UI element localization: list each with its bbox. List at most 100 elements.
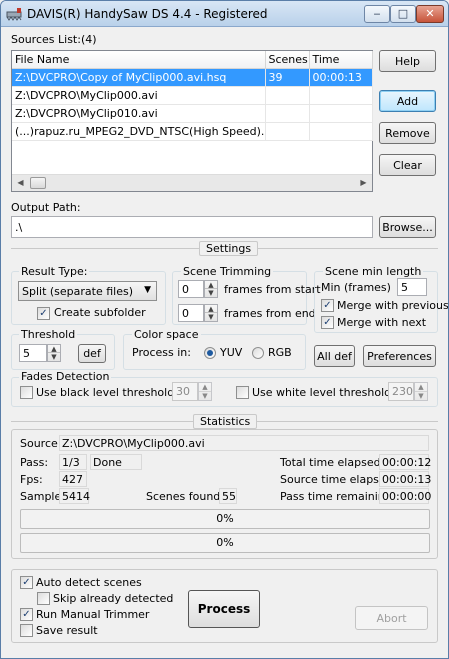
- chevron-down-icon: ▼: [144, 285, 151, 295]
- scroll-thumb[interactable]: [30, 177, 46, 189]
- result-type-value: Split (separate files): [22, 284, 134, 298]
- spin-up-icon[interactable]: ▲: [415, 383, 427, 392]
- create-subfolder-checkbox[interactable]: ✓: [37, 307, 50, 320]
- trim-start-label: frames from start: [224, 283, 321, 296]
- white-threshold-checkbox[interactable]: ✓: [236, 386, 249, 399]
- stats-scenes-found-label: Scenes found:: [146, 490, 224, 503]
- spin-down-icon[interactable]: ▼: [199, 392, 211, 401]
- sources-list[interactable]: File Name Scenes Time Z:\DVCPRO\Copy of …: [11, 50, 373, 192]
- spin-up-icon[interactable]: ▲: [199, 383, 211, 392]
- white-threshold-label: Use white level threshold:: [252, 386, 395, 399]
- spin-down-icon[interactable]: ▼: [205, 313, 217, 321]
- stats-total-elapsed-value: 00:00:12: [379, 454, 431, 470]
- title-bar[interactable]: DAVIS(R) HandySaw DS 4.4 - Registered ‒ …: [1, 1, 448, 27]
- color-space-label: Color space: [132, 328, 201, 341]
- spin-down-icon[interactable]: ▼: [415, 392, 427, 401]
- threshold-label: Threshold: [19, 328, 78, 341]
- settings-header: Settings: [199, 241, 259, 256]
- auto-detect-label: Auto detect scenes: [36, 576, 142, 589]
- spin-down-icon[interactable]: ▼: [48, 353, 60, 361]
- time-cell: [309, 86, 373, 105]
- scroll-right-icon[interactable]: ▶: [355, 175, 372, 191]
- scene-min-length-label: Scene min length: [323, 265, 424, 278]
- save-result-label: Save result: [36, 624, 98, 637]
- list-item[interactable]: (...)rapuz.ru_MPEG2_DVD_NTSC(High Speed)…: [12, 122, 373, 141]
- merge-next-label: Merge with next: [337, 316, 427, 329]
- abort-button[interactable]: Abort: [355, 606, 428, 630]
- stats-pass-remaining-value: 00:00:00: [379, 488, 431, 504]
- column-file-name[interactable]: File Name: [12, 51, 266, 69]
- statistics-header: Statistics: [193, 414, 258, 429]
- process-button[interactable]: Process: [188, 590, 260, 628]
- stats-source-elapsed-value: 00:00:13: [379, 471, 431, 487]
- run-trimmer-label: Run Manual Trimmer: [36, 608, 150, 621]
- scroll-left-icon[interactable]: ◀: [12, 175, 29, 191]
- trim-start-input[interactable]: 0: [178, 280, 204, 298]
- list-item[interactable]: Z:\DVCPRO\Copy of MyClip000.avi.hsq 39 0…: [12, 68, 373, 87]
- window-title: DAVIS(R) HandySaw DS 4.4 - Registered: [27, 7, 268, 21]
- scenes-cell: [265, 86, 310, 105]
- minimize-button[interactable]: ‒: [364, 5, 390, 23]
- black-threshold-checkbox[interactable]: ✓: [20, 386, 33, 399]
- file-name-cell: Z:\DVCPRO\Copy of MyClip000.avi.hsq: [12, 68, 266, 87]
- list-item[interactable]: Z:\DVCPRO\MyClip000.avi: [12, 86, 373, 105]
- pass-progress-bar: 0%: [20, 509, 430, 529]
- stats-fps-label: Fps:: [20, 473, 43, 486]
- black-threshold-input[interactable]: 30: [172, 382, 198, 401]
- maximize-button[interactable]: □: [390, 5, 416, 23]
- merge-previous-checkbox[interactable]: ✓: [321, 299, 334, 312]
- column-scenes[interactable]: Scenes: [265, 51, 310, 69]
- merge-next-checkbox[interactable]: ✓: [321, 316, 334, 329]
- trim-start-stepper[interactable]: ▲ ▼: [204, 280, 218, 298]
- stats-source-value: Z:\DVCPRO\MyClip000.avi: [59, 435, 429, 451]
- time-cell: 00:00:13: [309, 68, 373, 87]
- clear-button[interactable]: Clear: [379, 154, 436, 176]
- run-trimmer-checkbox[interactable]: ✓: [20, 608, 33, 621]
- spin-up-icon[interactable]: ▲: [205, 281, 217, 289]
- browse-button[interactable]: Browse...: [379, 216, 436, 238]
- skip-detected-checkbox[interactable]: ✓: [37, 592, 50, 605]
- trim-end-stepper[interactable]: ▲ ▼: [204, 304, 218, 322]
- threshold-stepper[interactable]: ▲ ▼: [47, 344, 61, 362]
- result-type-select[interactable]: Split (separate files) ▼: [18, 281, 157, 301]
- time-cell: [309, 122, 373, 141]
- stats-sample-value: 5414: [59, 488, 90, 504]
- fades-detection-label: Fades Detection: [19, 370, 112, 383]
- stats-scenes-found-value: 55: [219, 488, 237, 504]
- remove-button[interactable]: Remove: [379, 122, 436, 144]
- save-result-checkbox[interactable]: ✓: [20, 624, 33, 637]
- file-name-cell: (...)rapuz.ru_MPEG2_DVD_NTSC(High Speed)…: [12, 122, 266, 141]
- yuv-radio[interactable]: [204, 347, 216, 359]
- column-time[interactable]: Time: [309, 51, 373, 69]
- auto-detect-checkbox[interactable]: ✓: [20, 576, 33, 589]
- file-name-cell: Z:\DVCPRO\MyClip000.avi: [12, 86, 266, 105]
- stats-source-label: Source:: [20, 437, 62, 450]
- min-frames-input[interactable]: 5: [397, 278, 427, 296]
- spin-up-icon[interactable]: ▲: [48, 345, 60, 353]
- help-button[interactable]: Help: [379, 50, 436, 72]
- output-path-input[interactable]: .\: [11, 216, 373, 238]
- preferences-button[interactable]: Preferences: [363, 345, 436, 367]
- close-button[interactable]: ✕: [416, 5, 444, 23]
- all-default-button[interactable]: All def: [314, 345, 355, 367]
- yuv-label: YUV: [220, 346, 243, 359]
- white-threshold-stepper[interactable]: ▲ ▼: [414, 382, 428, 401]
- black-threshold-stepper[interactable]: ▲ ▼: [198, 382, 212, 401]
- spin-up-icon[interactable]: ▲: [205, 305, 217, 313]
- add-button[interactable]: Add: [379, 90, 436, 112]
- list-item[interactable]: Z:\DVCPRO\MyClip010.avi: [12, 104, 373, 123]
- file-name-cell: Z:\DVCPRO\MyClip010.avi: [12, 104, 266, 123]
- rgb-radio[interactable]: [252, 347, 264, 359]
- horizontal-scrollbar[interactable]: ◀ ▶: [12, 174, 372, 191]
- threshold-input[interactable]: 5: [19, 344, 47, 362]
- scenes-cell: 39: [265, 68, 310, 87]
- merge-previous-label: Merge with previous: [337, 299, 449, 312]
- stats-pass-value: 1/3: [59, 454, 87, 470]
- trim-end-input[interactable]: 0: [178, 304, 204, 322]
- spin-down-icon[interactable]: ▼: [205, 289, 217, 297]
- stats-fps-value: 427: [59, 471, 87, 487]
- create-subfolder-label: Create subfolder: [54, 306, 146, 319]
- threshold-default-button[interactable]: def: [78, 344, 106, 363]
- white-threshold-input[interactable]: 230: [388, 382, 414, 401]
- black-threshold-label: Use black level threshold:: [36, 386, 178, 399]
